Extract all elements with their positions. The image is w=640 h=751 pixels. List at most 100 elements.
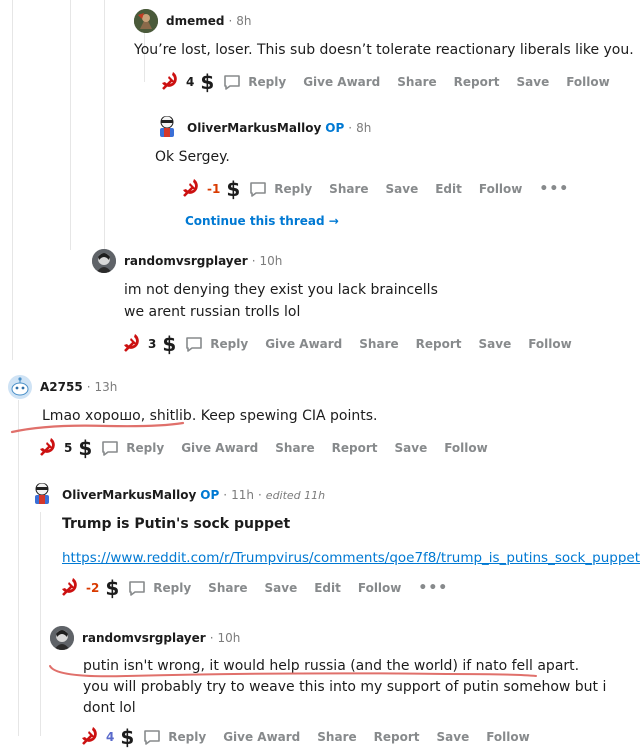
save-button[interactable]: Save — [265, 581, 298, 595]
comment-timestamp[interactable]: 11h — [231, 488, 254, 502]
avatar[interactable] — [92, 249, 116, 273]
reply-button[interactable]: Reply — [100, 438, 164, 458]
reply-button[interactable]: Reply — [248, 179, 312, 199]
vote-controls: 3 $ — [92, 331, 184, 358]
hammer-sickle-upvote-icon[interactable] — [120, 331, 144, 358]
follow-button[interactable]: Follow — [358, 581, 402, 595]
report-button[interactable]: Report — [374, 730, 420, 744]
save-button[interactable]: Save — [386, 182, 419, 196]
continue-thread-row: Continue this thread → — [155, 210, 635, 229]
avatar[interactable] — [50, 626, 74, 650]
hammer-sickle-upvote-icon[interactable] — [36, 435, 60, 462]
save-button[interactable]: Save — [479, 337, 512, 351]
share-button[interactable]: Share — [317, 730, 356, 744]
dollar-downvote-icon[interactable]: $ — [162, 332, 176, 356]
save-button[interactable]: Save — [437, 730, 470, 744]
comment-body: You’re lost, loser. This sub doesn’t tol… — [134, 39, 634, 61]
share-button[interactable]: Share — [397, 75, 436, 89]
avatar[interactable] — [134, 9, 158, 33]
share-button[interactable]: Share — [329, 182, 368, 196]
comment-body: putin isn't wrong, it would help russia … — [83, 656, 638, 719]
reply-button[interactable]: Reply — [142, 727, 206, 747]
more-options-icon[interactable]: ••• — [539, 181, 569, 197]
hammer-sickle-upvote-icon[interactable] — [179, 176, 203, 203]
follow-button[interactable]: Follow — [566, 75, 610, 89]
op-badge: OP — [200, 488, 220, 502]
comment-timestamp[interactable]: 10h — [218, 631, 241, 645]
give-award-button[interactable]: Give Award — [223, 730, 300, 744]
reply-label: Reply — [274, 182, 313, 196]
reply-label: Reply — [210, 337, 249, 351]
comment-author[interactable]: A2755 — [40, 380, 83, 394]
comment-timestamp[interactable]: 8h — [356, 121, 371, 135]
dollar-downvote-icon[interactable]: $ — [226, 177, 240, 201]
separator-dot: · — [209, 631, 214, 645]
comment-author[interactable]: OliverMarkusMalloy — [62, 488, 196, 502]
dollar-downvote-icon[interactable]: $ — [105, 576, 119, 600]
comment-body: Lmao хорошо, shitlib. Keep spewing CIA p… — [42, 405, 608, 427]
give-award-button[interactable]: Give Award — [265, 337, 342, 351]
report-button[interactable]: Report — [332, 441, 378, 455]
vote-score: 5 — [64, 441, 73, 455]
comment-actions: -1 $ Reply Share Save Edit Follow ••• — [155, 176, 635, 202]
avatar[interactable] — [8, 375, 32, 399]
reply-button[interactable]: Reply — [222, 72, 286, 92]
thread-line — [12, 0, 13, 360]
comment-author[interactable]: dmemed — [166, 14, 224, 28]
comment-author[interactable]: randomvsrgplayer — [124, 254, 248, 268]
avatar[interactable] — [30, 483, 54, 507]
separator-dot: · — [251, 254, 256, 268]
separator-dot: · — [257, 488, 262, 502]
follow-button[interactable]: Follow — [528, 337, 572, 351]
separator-dot: · — [86, 380, 91, 394]
comment-timestamp[interactable]: 13h — [95, 380, 118, 394]
comment-text: Lmao хорошо, shitlib. Keep spewing CIA p… — [42, 408, 378, 424]
reply-button[interactable]: Reply — [184, 334, 248, 354]
comment-actions: 5 $ Reply Give Award Share Report Save F… — [8, 435, 608, 461]
comment-text: you will probably try to weave this into… — [83, 679, 607, 716]
vote-controls: -2 $ — [30, 575, 127, 602]
give-award-button[interactable]: Give Award — [303, 75, 380, 89]
hammer-sickle-upvote-icon[interactable] — [58, 575, 82, 602]
hammer-sickle-upvote-icon[interactable] — [78, 724, 102, 751]
comment-body: Trump is Putin's sock puppet https://www… — [62, 513, 640, 569]
thread-line — [104, 0, 105, 250]
report-button[interactable]: Report — [416, 337, 462, 351]
separator-dot: · — [228, 14, 233, 28]
more-options-icon[interactable]: ••• — [418, 580, 448, 596]
reply-button[interactable]: Reply — [127, 578, 191, 598]
edit-button[interactable]: Edit — [435, 182, 462, 196]
save-button[interactable]: Save — [517, 75, 550, 89]
comment-body: Ok Sergey. — [155, 146, 635, 168]
comment-author[interactable]: randomvsrgplayer — [82, 631, 206, 645]
comment: randomvsrgplayer · 10h im not denying th… — [92, 248, 632, 357]
edit-button[interactable]: Edit — [314, 581, 341, 595]
dollar-downvote-icon[interactable]: $ — [78, 436, 92, 460]
follow-button[interactable]: Follow — [479, 182, 523, 196]
share-button[interactable]: Share — [359, 337, 398, 351]
dollar-downvote-icon[interactable]: $ — [120, 725, 134, 749]
vote-score: 4 — [186, 75, 195, 89]
continue-thread-link[interactable]: Continue this thread → — [185, 214, 339, 228]
follow-button[interactable]: Follow — [444, 441, 488, 455]
comment-timestamp[interactable]: 10h — [260, 254, 283, 268]
avatar[interactable] — [155, 116, 179, 140]
share-button[interactable]: Share — [275, 441, 314, 455]
hammer-sickle-upvote-icon[interactable] — [158, 69, 182, 96]
edited-label: edited 11h — [265, 488, 326, 502]
vote-controls: 4 $ — [134, 69, 222, 96]
vote-score: -1 — [207, 182, 221, 196]
comment-timestamp[interactable]: 8h — [236, 14, 251, 28]
follow-button[interactable]: Follow — [486, 730, 530, 744]
report-button[interactable]: Report — [454, 75, 500, 89]
comment-author[interactable]: OliverMarkusMalloy — [187, 121, 321, 135]
comment: dmemed · 8h You’re lost, loser. This sub… — [134, 8, 634, 95]
post-link[interactable]: https://www.reddit.com/r/Trumpvirus/comm… — [62, 550, 640, 566]
save-button[interactable]: Save — [395, 441, 428, 455]
vote-controls: 5 $ — [8, 435, 100, 462]
give-award-button[interactable]: Give Award — [181, 441, 258, 455]
op-badge: OP — [325, 121, 345, 135]
share-button[interactable]: Share — [208, 581, 247, 595]
dollar-downvote-icon[interactable]: $ — [200, 70, 214, 94]
separator-dot: · — [223, 488, 228, 502]
